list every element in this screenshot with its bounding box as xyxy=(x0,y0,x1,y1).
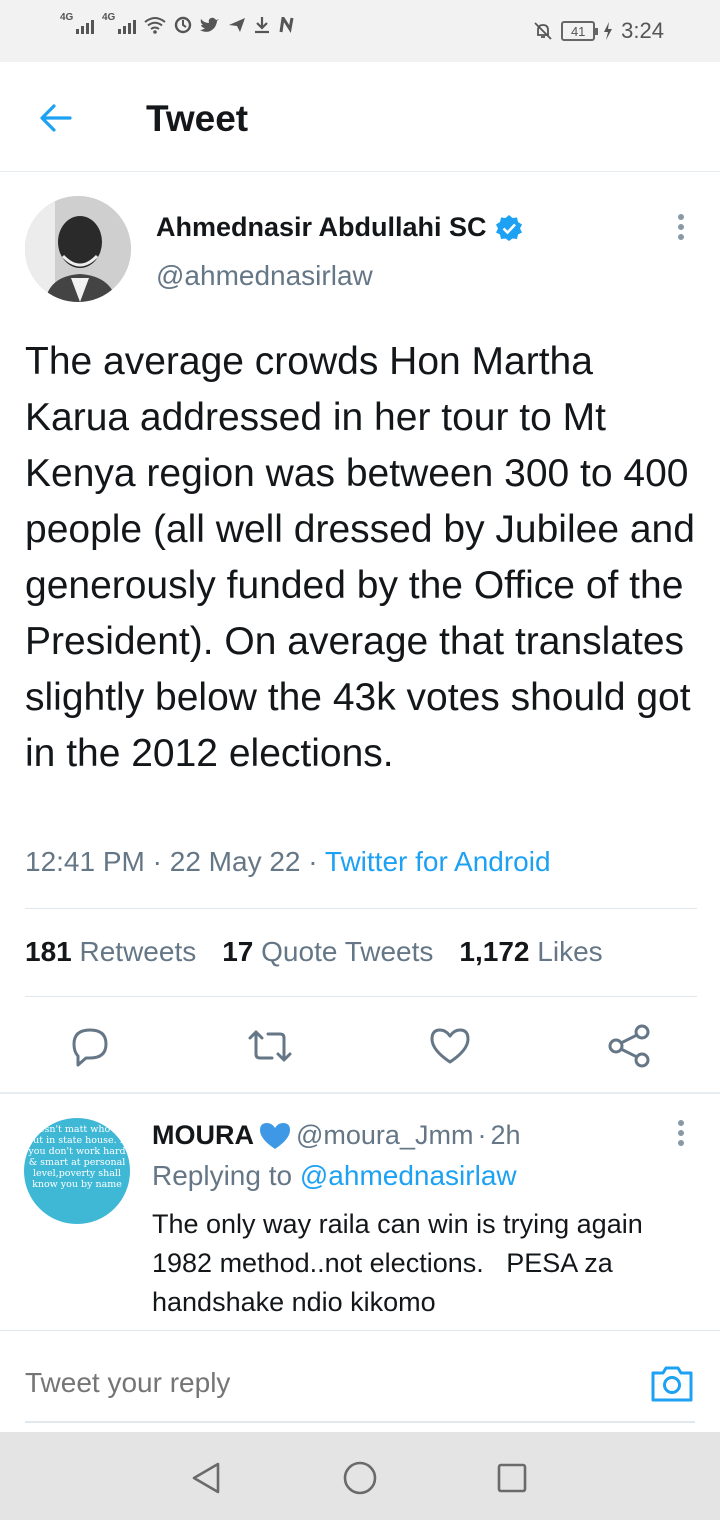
reply-time: 2h xyxy=(490,1120,521,1150)
likes-label: Likes xyxy=(537,936,603,967)
quotes-label: Quote Tweets xyxy=(261,936,434,967)
charging-icon xyxy=(604,22,613,40)
reply-more-options-icon[interactable] xyxy=(676,1120,686,1150)
signal-1-icon: 4G xyxy=(60,12,94,34)
mute-icon xyxy=(534,22,552,40)
signal-1-label: 4G xyxy=(60,12,74,23)
status-time: 3:24 xyxy=(621,18,664,43)
verified-badge-icon xyxy=(495,214,522,241)
meta-separator-1: · xyxy=(152,846,170,877)
system-nav-bar xyxy=(0,1432,720,1520)
like-icon[interactable] xyxy=(426,1020,474,1072)
reply-separator: · xyxy=(477,1120,487,1150)
tweet-stats: 181 Retweets 17 Quote Tweets 1,172 Likes xyxy=(25,936,603,968)
reply-input[interactable] xyxy=(25,1367,585,1399)
app-header: Tweet xyxy=(0,62,720,172)
page-title: Tweet xyxy=(146,98,249,139)
replying-to-prefix: Replying to xyxy=(152,1160,293,1191)
divider xyxy=(25,996,697,997)
nav-back-icon[interactable] xyxy=(186,1458,226,1498)
author-avatar[interactable] xyxy=(25,196,131,302)
quotes-count: 17 xyxy=(222,936,254,967)
nav-home-icon[interactable] xyxy=(340,1458,380,1498)
back-arrow-icon[interactable] xyxy=(36,98,76,138)
composer-underline xyxy=(25,1421,695,1423)
battery-icon: 41 xyxy=(561,21,599,41)
blue-heart-icon xyxy=(260,1122,290,1149)
send-icon xyxy=(229,18,245,32)
status-bar: 4G 4G 41 3:24 xyxy=(0,0,720,62)
sync-icon xyxy=(174,16,192,34)
reply-avatar[interactable]: doesn't matt who we put in state house. … xyxy=(24,1118,130,1224)
retweets-label: Retweets xyxy=(79,936,197,967)
tweet-time: 12:41 PM xyxy=(25,846,145,877)
replying-to: Replying to @ahmednasirlaw xyxy=(152,1160,517,1192)
reply-text: The only way raila can win is trying aga… xyxy=(152,1209,651,1317)
reply-avatar-text: doesn't matt who we put in state house. … xyxy=(27,1124,127,1190)
tweet-date: 22 May 22 xyxy=(169,846,301,877)
divider xyxy=(25,908,697,909)
author-name[interactable]: Ahmednasir Abdullahi SC xyxy=(156,212,523,243)
nav-recents-icon[interactable] xyxy=(492,1458,532,1498)
camera-icon[interactable] xyxy=(650,1363,694,1403)
reply-author-name[interactable]: MOURA xyxy=(152,1120,254,1151)
status-right-icons: 41 3:24 xyxy=(533,18,664,44)
reply-header: MOURA @moura_Jmm · 2h xyxy=(152,1120,521,1151)
reply-icon[interactable] xyxy=(66,1020,114,1072)
author-handle[interactable]: @ahmednasirlaw xyxy=(156,260,373,292)
retweet-icon[interactable] xyxy=(246,1020,294,1072)
reply-composer xyxy=(0,1330,720,1430)
meta-separator-2: · xyxy=(308,846,325,877)
wifi-icon xyxy=(144,17,166,34)
author-name-text: Ahmednasir Abdullahi SC xyxy=(156,212,487,242)
tweet-actions xyxy=(0,1020,720,1076)
battery-level: 41 xyxy=(570,23,586,39)
likes-stat[interactable]: 1,172 Likes xyxy=(459,936,602,968)
n-icon xyxy=(279,17,294,33)
retweets-count: 181 xyxy=(25,936,72,967)
reply-handle[interactable]: @moura_Jmm xyxy=(296,1120,473,1151)
share-icon[interactable] xyxy=(606,1020,654,1072)
download-icon xyxy=(255,17,269,34)
tweet-source-link[interactable]: Twitter for Android xyxy=(325,846,551,877)
tweet-text: The average crowds Hon Martha Karua addr… xyxy=(25,340,695,775)
status-left-icons: 4G 4G xyxy=(60,12,296,34)
more-options-icon[interactable] xyxy=(676,214,686,244)
quote-tweets-stat[interactable]: 17 Quote Tweets xyxy=(222,936,433,968)
replying-to-handle[interactable]: @ahmednasirlaw xyxy=(300,1160,517,1191)
tweet-meta: 12:41 PM · 22 May 22 · Twitter for Andro… xyxy=(25,846,551,878)
retweets-stat[interactable]: 181 Retweets xyxy=(25,936,196,968)
likes-count: 1,172 xyxy=(459,936,530,967)
signal-2-label: 4G xyxy=(102,12,116,23)
signal-2-icon: 4G xyxy=(102,12,136,34)
section-divider xyxy=(0,1092,720,1094)
avatar-image xyxy=(25,196,131,302)
twitter-icon xyxy=(200,17,219,32)
